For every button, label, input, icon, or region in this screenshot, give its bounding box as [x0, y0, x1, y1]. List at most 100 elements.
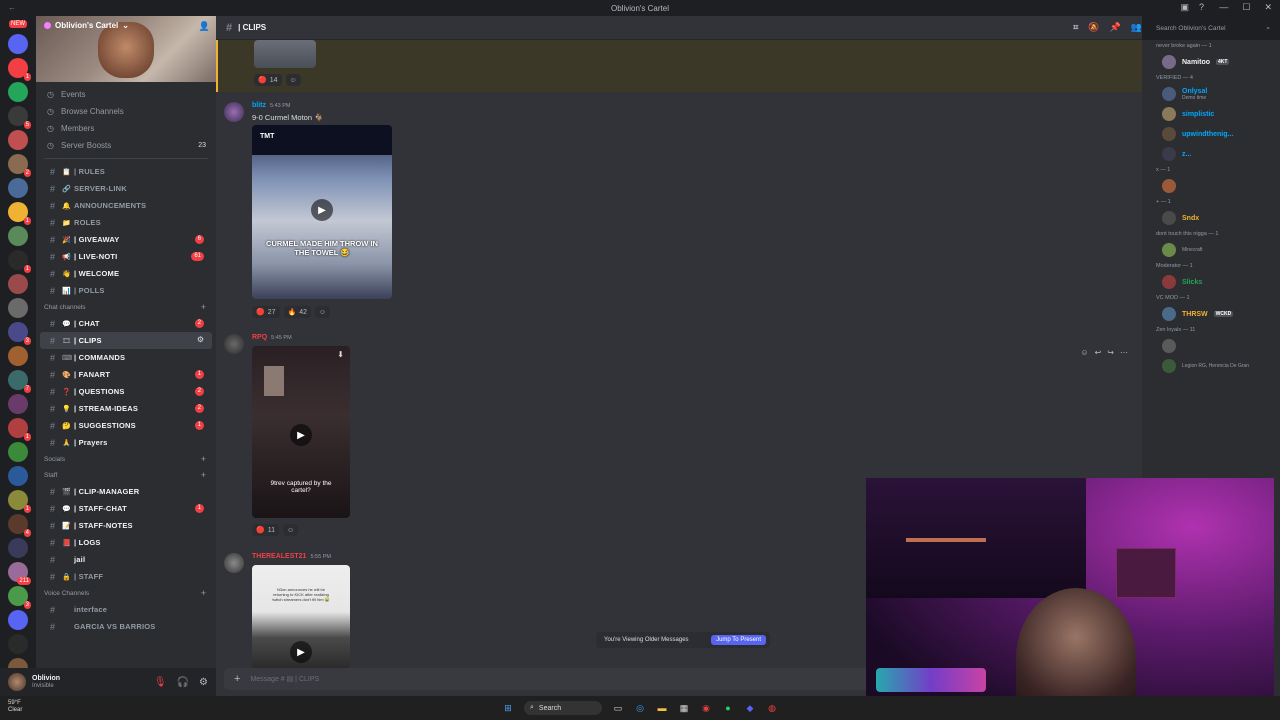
obs-icon[interactable]: ◍ [766, 702, 778, 714]
channel-giveaway[interactable]: # 🎉 | GIVEAWAY 6 [40, 231, 212, 248]
server-icon[interactable] [8, 346, 28, 366]
video-thumbnail[interactable]: N3on announces he will be returning to K… [252, 565, 350, 668]
server-icon[interactable] [8, 466, 28, 486]
reaction-chip[interactable]: 🔴 14 [254, 74, 282, 86]
avatar[interactable] [224, 553, 244, 573]
channel-fanart[interactable]: # 🎨 | FANART 1 [40, 366, 212, 383]
server-icon[interactable]: 1 [8, 250, 31, 273]
pin-icon[interactable]: 📌 [1110, 22, 1121, 33]
channel-staffchat[interactable]: # 💬 | STAFF-CHAT 1 [40, 500, 212, 517]
channel-announcements[interactable]: # 🔔 ANNOUNCEMENTS [40, 197, 212, 214]
server-icon[interactable]: 1 [8, 490, 31, 513]
add-reaction-icon[interactable]: ☺ [1080, 348, 1088, 357]
server-icon[interactable] [8, 82, 28, 102]
play-icon[interactable]: ▶ [290, 424, 312, 446]
add-reaction-icon[interactable]: ☺ [285, 74, 301, 86]
help-icon[interactable]: ? [1199, 2, 1204, 13]
member-item[interactable]: Legion RG, Herencia De Gran [1142, 356, 1280, 376]
member-item[interactable]: upwindthenig... [1142, 124, 1280, 144]
channel-prayers[interactable]: # 🙏 | Prayers [40, 434, 212, 451]
channel-livenoti[interactable]: # 📢 | LIVE-NOTI 61 [40, 248, 212, 265]
channel-suggestions[interactable]: # 🤔 | SUGGESTIONS 1 [40, 417, 212, 434]
add-channel-icon[interactable]: + [201, 588, 206, 598]
message-author[interactable]: RPQ [252, 334, 267, 341]
add-reaction-icon[interactable]: ☺ [315, 306, 331, 318]
close-icon[interactable]: ✕ [1264, 2, 1272, 13]
maximize-icon[interactable]: ☐ [1242, 2, 1250, 13]
member-item[interactable]: THRSW WCKD [1142, 304, 1280, 324]
more-icon[interactable]: ⋯ [1120, 348, 1128, 357]
category-socials[interactable]: Socials + [36, 451, 216, 467]
channel-clipmanager[interactable]: # 🎬 | CLIP-MANAGER [40, 483, 212, 500]
channel-clips[interactable]: # 🎞 | CLIPS ⚙ [40, 332, 212, 349]
task-view-icon[interactable]: ▭ [612, 702, 624, 714]
channel-rules[interactable]: # 📋 | RULES [40, 163, 212, 180]
server-icon[interactable] [8, 394, 28, 414]
channel-interface[interactable]: # interface [40, 601, 212, 618]
reaction-chip[interactable]: 🔴 11 [252, 524, 279, 536]
forward-icon[interactable]: ↪ [1107, 348, 1114, 357]
member-item[interactable]: simplistic [1142, 104, 1280, 124]
channel-commands[interactable]: # ⌨ | COMMANDS [40, 349, 212, 366]
avatar[interactable] [8, 673, 26, 691]
add-channel-icon[interactable]: + [201, 302, 206, 312]
avatar[interactable] [224, 102, 244, 122]
avatar[interactable] [224, 334, 244, 354]
server-banner[interactable]: Oblivion's Cartel ⌄ 👤 [36, 16, 216, 82]
server-icon[interactable]: 5 [8, 106, 31, 129]
channel-welcome[interactable]: # 👋 | WELCOME [40, 265, 212, 282]
member-item[interactable]: z... [1142, 144, 1280, 164]
taskbar-search[interactable]: ⌕ Search [524, 701, 602, 715]
server-icon[interactable]: 3 [8, 322, 31, 345]
start-icon[interactable]: ⊞ [502, 702, 514, 714]
server-icon[interactable] [8, 610, 28, 630]
download-icon[interactable]: ⬇ [337, 350, 344, 359]
edge-icon[interactable]: ◎ [634, 702, 646, 714]
invite-icon[interactable]: 👤 [199, 21, 210, 32]
store-icon[interactable]: ▦ [678, 702, 690, 714]
channel-jail[interactable]: # jail [40, 551, 212, 568]
spotify-icon[interactable]: ● [722, 702, 734, 714]
search-input[interactable]: Search Oblivion's Cartel ⌕ [1152, 22, 1274, 36]
jump-to-present-button[interactable]: Jump To Present [711, 635, 766, 645]
channel-garciavsbarrios[interactable]: # GARCIA VS BARRIOS [40, 618, 212, 635]
channel-questions[interactable]: # ❓ | QUESTIONS 2 [40, 383, 212, 400]
channel-chat[interactable]: # 💬 | CHAT 2 [40, 315, 212, 332]
member-item[interactable]: Minecraft [1142, 240, 1280, 260]
play-icon[interactable]: ▶ [311, 199, 333, 221]
member-item[interactable]: Slicks [1142, 272, 1280, 292]
category-voice[interactable]: Voice Channels + [36, 585, 216, 601]
channel-staffnotes[interactable]: # 📝 | STAFF-NOTES [40, 517, 212, 534]
add-reaction-icon[interactable]: ☺ [283, 524, 299, 536]
nav-members[interactable]: ◷ Members [36, 120, 216, 137]
member-item[interactable] [1142, 336, 1280, 356]
member-item[interactable]: Namitoo 4KT [1142, 52, 1280, 72]
nav-browse-channels[interactable]: ◷ Browse Channels [36, 103, 216, 120]
server-icon[interactable]: 4 [8, 514, 31, 537]
gear-icon[interactable]: ⚙ [197, 335, 204, 344]
chrome-icon[interactable]: ◉ [700, 702, 712, 714]
add-channel-icon[interactable]: + [201, 454, 206, 464]
play-icon[interactable]: ▶ [290, 641, 312, 663]
member-item[interactable]: Onlysal Demo time [1142, 84, 1280, 104]
add-channel-icon[interactable]: + [201, 470, 206, 480]
back-arrow-icon[interactable]: ← [8, 3, 16, 12]
deafen-icon[interactable]: 🎧 [177, 677, 189, 688]
channel-streamideas[interactable]: # 💡 | STREAM-IDEAS 2 [40, 400, 212, 417]
server-icon[interactable] [8, 538, 28, 558]
discord-icon[interactable]: ◆ [744, 702, 756, 714]
message-input[interactable]: Message # ▤ | CLIPS [250, 675, 319, 683]
category-staff[interactable]: Staff + [36, 467, 216, 483]
channel-logs[interactable]: # 📕 | LOGS [40, 534, 212, 551]
server-icon[interactable]: 7 [8, 370, 31, 393]
server-icon[interactable] [8, 34, 28, 54]
member-item[interactable]: Sndx [1142, 208, 1280, 228]
server-icon[interactable]: 2 [8, 154, 31, 177]
channel-serverlink[interactable]: # 🔗 SERVER-LINK [40, 180, 212, 197]
reaction-chip[interactable]: 🔴 27 [252, 306, 280, 318]
server-icon[interactable] [8, 442, 28, 462]
minimize-icon[interactable]: — [1219, 2, 1228, 13]
reply-icon[interactable]: ↩ [1095, 348, 1102, 357]
member-item[interactable] [1142, 176, 1280, 196]
category-chat[interactable]: Chat channels + [36, 299, 216, 315]
